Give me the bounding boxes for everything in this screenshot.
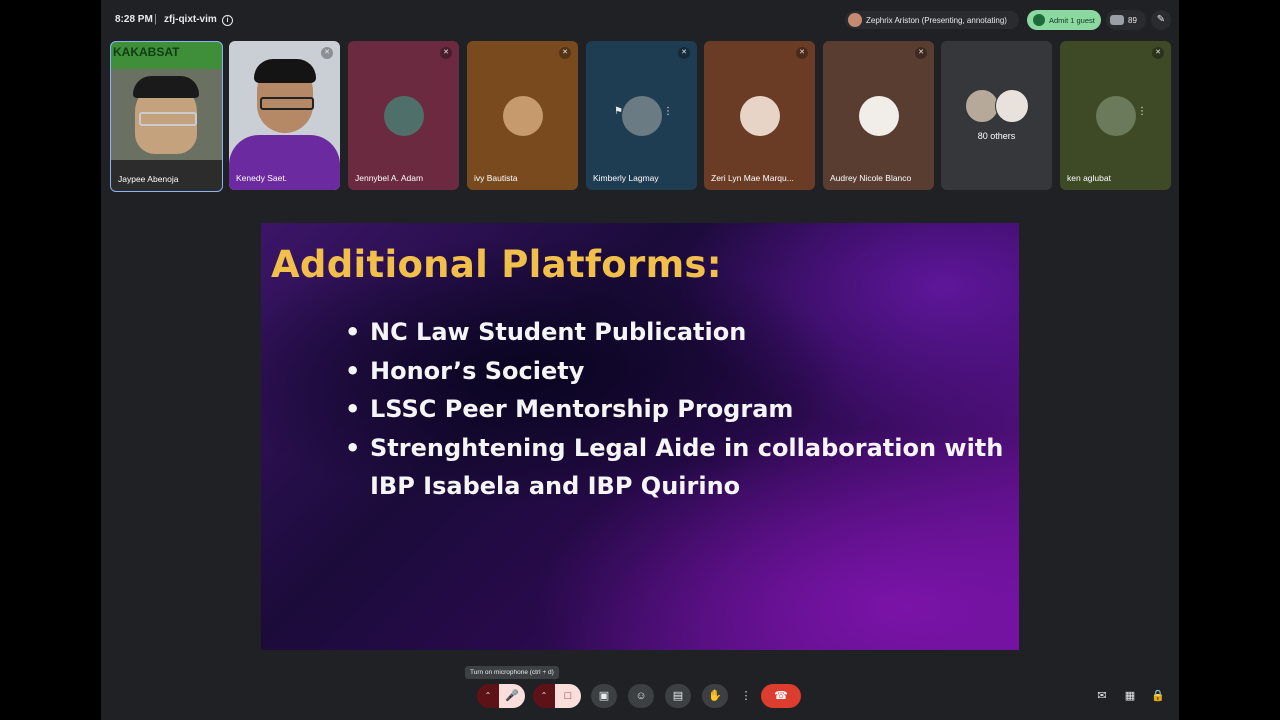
participant-name: Kimberly Lagmay	[593, 173, 659, 183]
person-add-icon	[1033, 14, 1045, 26]
more-options-button[interactable]: ⋮	[737, 684, 755, 708]
participant-tile[interactable]: ✕ Audrey Nicole Blanco	[823, 41, 934, 190]
participant-count: 89	[1128, 15, 1137, 25]
admit-guest-button[interactable]: Admit 1 guest	[1027, 10, 1101, 30]
mic-muted-icon: ✕	[796, 47, 808, 59]
slide-bullet: LSSC Peer Mentorship Program	[345, 390, 1005, 429]
video-hair	[133, 76, 199, 98]
top-bar: 8:28 PM | zfj-qixt-vim i Zephrix Ariston…	[101, 0, 1179, 40]
camera-off-button[interactable]: □	[555, 684, 581, 708]
mic-muted-icon: ✕	[321, 47, 333, 59]
people-button[interactable]: 89	[1106, 10, 1146, 30]
mic-muted-icon: ✕	[1152, 47, 1164, 59]
audio-options-chevron-icon[interactable]: ⌃	[477, 684, 499, 708]
participant-tile[interactable]: ✕ ⋮ ken aglubat	[1060, 41, 1171, 190]
info-icon[interactable]: i	[222, 15, 233, 26]
participant-avatar	[621, 96, 662, 136]
activities-grid-icon[interactable]: ▦	[1122, 688, 1138, 704]
more-options-icon[interactable]: ⋮	[1137, 106, 1147, 117]
participant-avatar	[502, 96, 543, 136]
slide-bullet: NC Law Student Publication	[345, 313, 1005, 352]
emoji-reaction-button[interactable]: ☺	[628, 684, 654, 708]
participant-avatar	[995, 89, 1029, 123]
meet-stage: 8:28 PM | zfj-qixt-vim i Zephrix Ariston…	[101, 0, 1179, 720]
participant-name: Kenedy Saet.	[236, 173, 288, 183]
participant-name: Jaypee Abenoja	[118, 174, 179, 184]
people-icon	[1110, 15, 1124, 25]
present-screen-button[interactable]: ▣	[591, 684, 617, 708]
participant-tile[interactable]: KAKABSAT Jaypee Abenoja	[110, 41, 223, 192]
mic-muted-icon: ✕	[559, 47, 571, 59]
header-separator: |	[154, 13, 157, 25]
admit-label: Admit 1 guest	[1049, 15, 1095, 25]
participant-name: ivy Bautista	[474, 173, 518, 183]
captions-button[interactable]: ▤	[665, 684, 691, 708]
video-hair	[254, 59, 316, 83]
mic-tooltip: Turn on microphone (ctrl + d)	[465, 666, 559, 679]
participant-avatar	[858, 96, 899, 136]
participant-avatar	[383, 96, 424, 136]
others-count: 80 others	[977, 131, 1016, 141]
annotation-pen-icon[interactable]: ✎	[1151, 10, 1171, 30]
slide-bullet: Strenghtening Legal Aide in collaboratio…	[345, 429, 1005, 506]
mic-muted-icon: ✕	[915, 47, 927, 59]
slide-title: Additional Platforms:	[271, 243, 722, 286]
participant-name: ken aglubat	[1067, 173, 1111, 183]
video-glasses	[260, 97, 314, 110]
presentation-slide: Additional Platforms: NC Law Student Pub…	[261, 223, 1019, 650]
mic-muted-icon: ✕	[678, 47, 690, 59]
video-options-chevron-icon[interactable]: ⌃	[533, 684, 555, 708]
host-controls-lock-icon[interactable]: 🔒	[1150, 688, 1166, 704]
more-options-icon[interactable]: ⋮	[663, 106, 673, 117]
participant-avatar	[739, 96, 780, 136]
participant-tile[interactable]: ✕ Zeri Lyn Mae Marqu...	[704, 41, 815, 190]
participant-tile[interactable]: ✕ ⚑ ⋮ Kimberly Lagmay	[586, 41, 697, 190]
chat-icon[interactable]: ✉	[1094, 688, 1110, 704]
virtual-background-banner: KAKABSAT	[113, 45, 180, 59]
participant-name: Zeri Lyn Mae Marqu...	[711, 173, 794, 183]
participant-tile[interactable]: ✕ ivy Bautista	[467, 41, 578, 190]
meeting-code: zfj-qixt-vim	[164, 14, 217, 25]
end-call-button[interactable]: ☎	[761, 684, 801, 708]
participant-avatar	[965, 89, 999, 123]
presenter-avatar	[848, 13, 862, 27]
presenter-label: Zephrix Ariston (Presenting, annotating)	[866, 15, 1007, 25]
presenter-chip[interactable]: Zephrix Ariston (Presenting, annotating)	[845, 11, 1019, 29]
meeting-time: 8:28 PM	[115, 14, 153, 25]
participant-name: Audrey Nicole Blanco	[830, 173, 912, 183]
participant-tile[interactable]: ✕ Jennybel A. Adam	[348, 41, 459, 190]
microphone-off-button[interactable]: 🎤	[499, 684, 525, 708]
raise-hand-button[interactable]: ✋	[702, 684, 728, 708]
others-tile[interactable]: 80 others	[941, 41, 1052, 190]
participant-avatar	[1095, 96, 1136, 136]
video-glasses	[139, 112, 197, 126]
participant-tile[interactable]: ✕ Kenedy Saet.	[229, 41, 340, 190]
participant-name: Jennybel A. Adam	[355, 173, 424, 183]
slide-bullet: Honor’s Society	[345, 352, 1005, 391]
mic-muted-icon: ✕	[440, 47, 452, 59]
slide-bullet-list: NC Law Student Publication Honor’s Socie…	[345, 313, 1005, 506]
